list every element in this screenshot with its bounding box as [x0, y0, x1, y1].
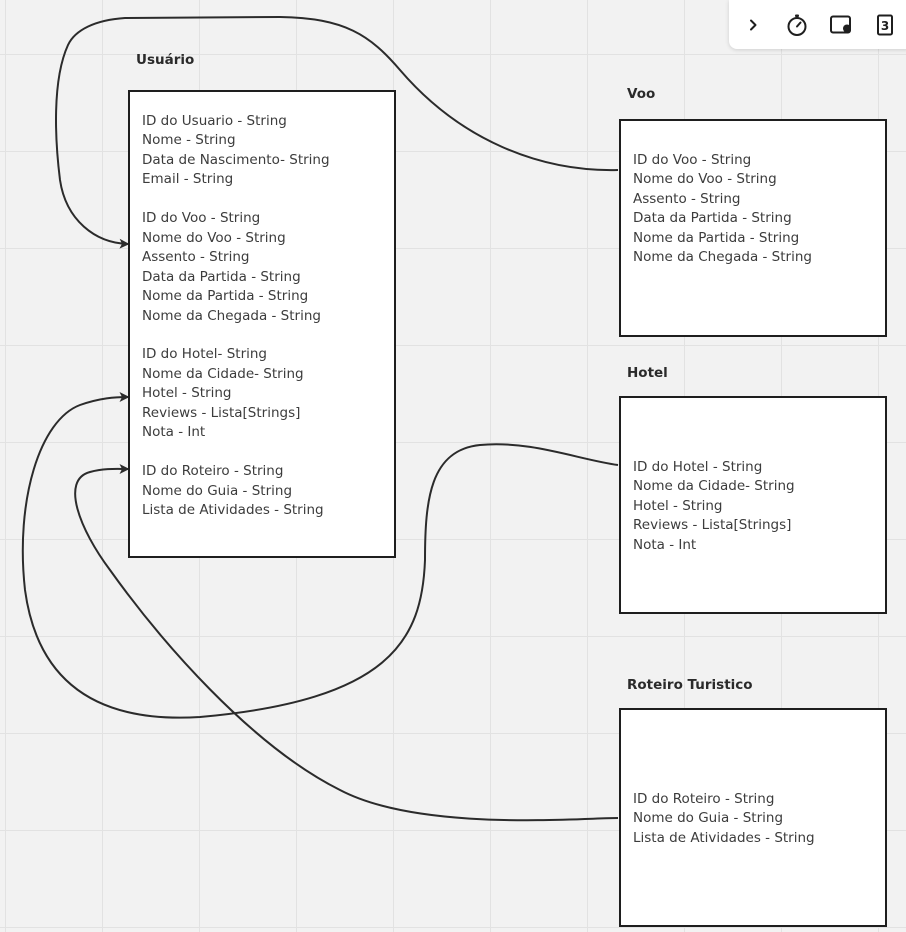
- field-row: ID do Hotel- String: [142, 346, 268, 363]
- roteiro-fields: ID do Roteiro - String Nome do Guia - St…: [633, 790, 815, 848]
- roteiro-title: Roteiro Turistico: [627, 677, 753, 693]
- screen-share-button[interactable]: [826, 10, 856, 40]
- field-row: Nome da Partida - String: [142, 288, 309, 305]
- voo-fields: ID do Voo - String Nome do Voo - String …: [633, 151, 812, 268]
- field-row: Nome da Chegada - String: [633, 249, 812, 266]
- field-row: Assento - String: [142, 249, 250, 266]
- field-row: ID do Voo - String: [633, 152, 752, 168]
- field-row: Nome do Voo - String: [633, 171, 777, 188]
- voo-entity-box[interactable]: ID do Voo - String Nome do Voo - String …: [619, 119, 887, 337]
- voo-title: Voo: [627, 86, 656, 102]
- collapse-button[interactable]: [738, 10, 768, 40]
- field-row: Lista de Atividades - String: [142, 502, 324, 519]
- page-count-label: 3: [881, 19, 889, 33]
- field-row: Hotel - String: [633, 497, 723, 514]
- field-row: Data da Partida - String: [142, 268, 301, 285]
- field-row: ID do Voo - String: [142, 210, 261, 227]
- page-count-button[interactable]: 3: [870, 10, 900, 40]
- field-row: Nome - String: [142, 132, 236, 149]
- field-row: Hotel - String: [142, 385, 232, 402]
- usuario-title: Usuário: [136, 52, 195, 68]
- field-row: Lista de Atividades - String: [633, 829, 815, 846]
- field-row: Nome do Guia - String: [633, 810, 784, 827]
- field-row: ID do Usuario - String: [142, 113, 287, 129]
- field-row: Nome da Chegada - String: [142, 307, 321, 324]
- field-row: Email - String: [142, 171, 234, 188]
- field-row: Data de Nascimento- String: [142, 151, 330, 168]
- hotel-title: Hotel: [627, 365, 668, 381]
- field-row: ID do Hotel - String: [633, 459, 763, 475]
- page-count-icon: 3: [877, 14, 893, 36]
- board-toolbar: 3: [729, 0, 906, 49]
- field-row: Nome da Partida - String: [633, 229, 800, 246]
- chevron-right-icon: [750, 19, 757, 31]
- field-row: ID do Roteiro - String: [142, 463, 284, 480]
- usuario-fields: ID do Usuario - String Nome - String Dat…: [142, 112, 330, 520]
- timer-icon: [787, 14, 807, 36]
- screen-share-icon: [830, 15, 851, 34]
- field-row: Nota - Int: [633, 536, 697, 553]
- field-row: Nome da Cidade- String: [633, 478, 795, 495]
- field-row: Nome do Guia - String: [142, 482, 293, 499]
- field-row: Data da Partida - String: [633, 210, 792, 227]
- field-row: Reviews - Lista[Strings]: [142, 404, 301, 421]
- field-row: Reviews - Lista[Strings]: [633, 517, 792, 534]
- field-row: Nome do Voo - String: [142, 229, 286, 246]
- field-row: Nome da Cidade- String: [142, 365, 304, 382]
- hotel-fields: ID do Hotel - String Nome da Cidade- Str…: [633, 458, 795, 555]
- hotel-entity-box[interactable]: ID do Hotel - String Nome da Cidade- Str…: [619, 396, 887, 614]
- field-row: ID do Roteiro - String: [633, 791, 775, 807]
- roteiro-entity-box[interactable]: ID do Roteiro - String Nome do Guia - St…: [619, 708, 887, 927]
- field-row: Assento - String: [633, 190, 741, 207]
- usuario-entity-box[interactable]: ID do Usuario - String Nome - String Dat…: [128, 90, 396, 558]
- field-row: Nota - Int: [142, 424, 206, 441]
- timer-button[interactable]: [782, 10, 812, 40]
